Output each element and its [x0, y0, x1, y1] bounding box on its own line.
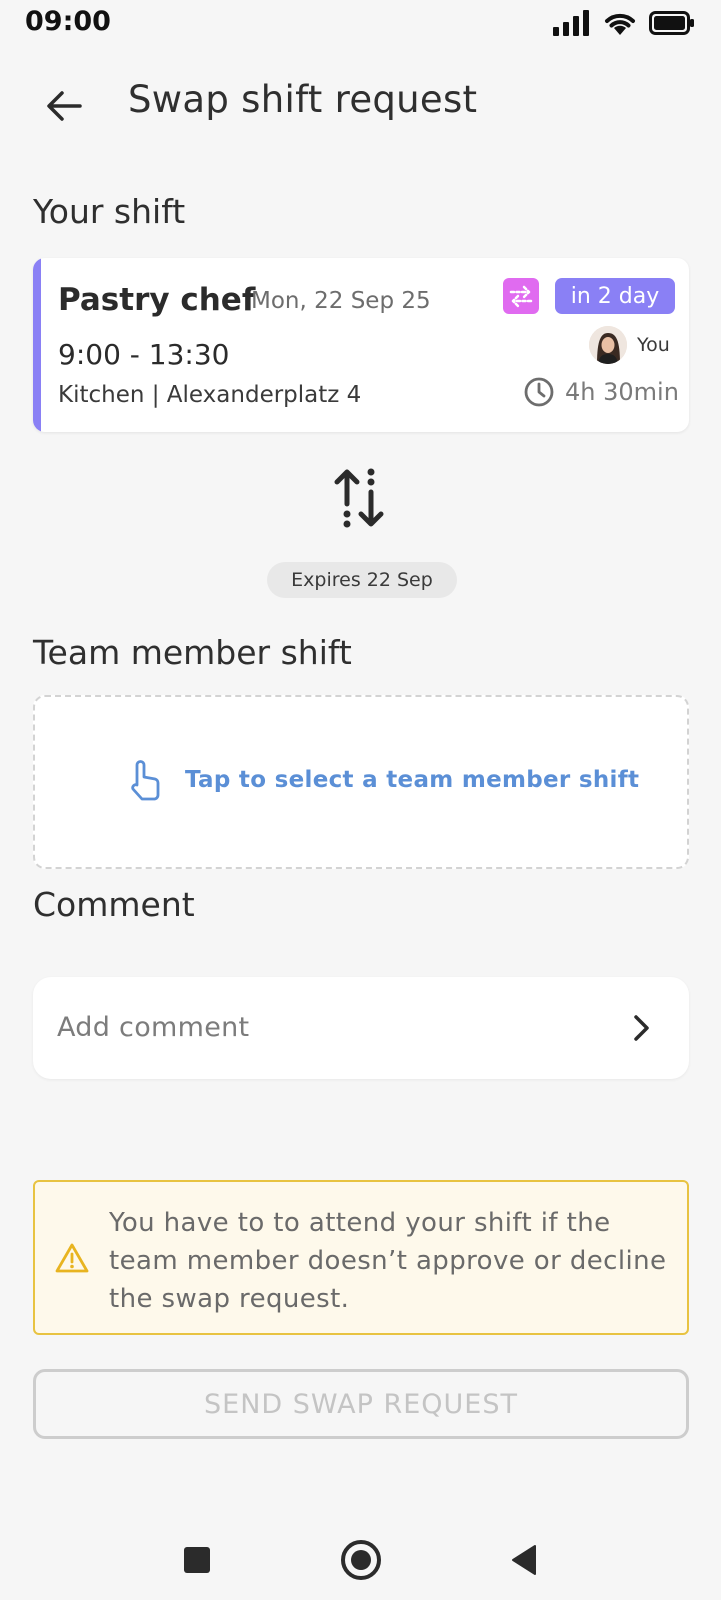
warning-box: You have to to attend your shift if the …	[33, 1180, 689, 1335]
clock-icon	[524, 377, 554, 407]
avatar	[589, 326, 627, 364]
comment-title: Comment	[33, 885, 195, 924]
shift-date: Mon, 22 Sep 25	[251, 288, 431, 314]
nav-back-icon[interactable]	[511, 1544, 537, 1576]
signal-icon	[553, 10, 589, 36]
wifi-icon	[605, 13, 635, 35]
status-time: 09:00	[25, 6, 111, 37]
shift-duration: 4h 30min	[565, 378, 679, 406]
status-bar: 09:00	[0, 0, 721, 50]
assignee-label: You	[637, 334, 670, 356]
screen: 09:00 Swap shift request Your shift Past…	[0, 0, 721, 1600]
back-arrow-icon	[47, 91, 82, 121]
swap-badge	[503, 278, 539, 314]
shift-time-range: 9:00 - 13:30	[58, 338, 230, 371]
shift-accent-bar	[33, 258, 41, 432]
select-inner: Tap to select a team member shift	[127, 759, 639, 801]
warning-icon	[55, 1243, 89, 1273]
nav-home-icon[interactable]	[341, 1540, 381, 1580]
comment-placeholder: Add comment	[57, 1012, 250, 1043]
chevron-right-icon	[634, 1015, 649, 1041]
nav-recents-icon[interactable]	[184, 1547, 210, 1573]
team-member-shift-title: Team member shift	[33, 633, 352, 672]
due-badge: in 2 day	[555, 278, 675, 314]
your-shift-card[interactable]: Pastry chef Mon, 22 Sep 25 in 2 day 9:00…	[33, 258, 689, 432]
send-swap-request-button[interactable]: SEND SWAP REQUEST	[33, 1369, 689, 1439]
warning-text: You have to to attend your shift if the …	[109, 1208, 667, 1314]
tap-icon	[131, 760, 160, 801]
swap-icon	[509, 285, 533, 308]
your-shift-title: Your shift	[33, 192, 186, 231]
battery-icon	[649, 11, 694, 35]
system-nav-bar	[0, 1510, 721, 1600]
shift-location: Kitchen | Alexanderplatz 4	[58, 382, 362, 408]
swap-arrows-icon	[334, 468, 384, 528]
shift-role: Pastry chef	[58, 282, 256, 318]
select-label: Tap to select a team member shift	[185, 767, 640, 793]
page-title: Swap shift request	[128, 78, 478, 121]
app-bar: Swap shift request	[0, 70, 721, 138]
status-icons	[553, 10, 695, 36]
expires-pill: Expires 22 Sep	[267, 562, 457, 598]
select-team-member-shift[interactable]: Tap to select a team member shift	[33, 695, 689, 869]
back-button[interactable]	[38, 80, 90, 132]
add-comment-row[interactable]: Add comment	[33, 977, 689, 1079]
